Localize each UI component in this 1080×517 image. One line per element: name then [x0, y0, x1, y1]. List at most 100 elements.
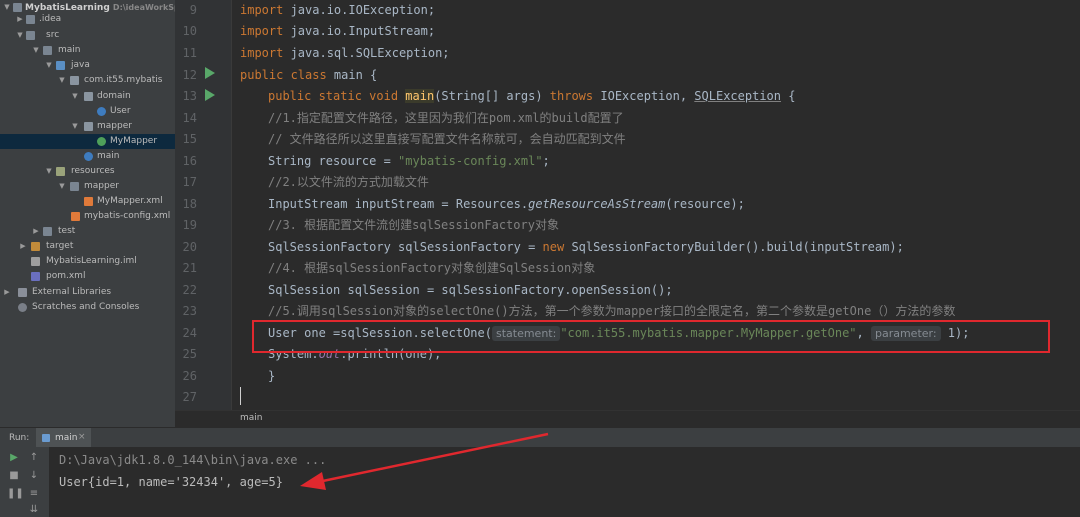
tree-item-user[interactable]: User [0, 104, 175, 119]
tree-item-scratches[interactable]: Scratches and Consoles [0, 300, 175, 315]
line-number: 27 [182, 390, 197, 404]
tree-item-label: User [110, 106, 131, 116]
folder-icon [70, 182, 79, 191]
code-line-11: import java.sql.SQLException; [240, 46, 450, 60]
library-icon [18, 288, 27, 297]
tree-item-mymapper[interactable]: MyMapper [0, 134, 175, 149]
excluded-folder-icon [31, 242, 40, 251]
tree-item-package-root[interactable]: ▼ com.it55.mybatis [0, 73, 175, 88]
chevron-down-icon[interactable]: ▼ [71, 119, 79, 134]
resources-folder-icon [56, 167, 65, 176]
console-output[interactable]: D:\Java\jdk1.8.0_144\bin\java.exe ... Us… [50, 447, 1080, 517]
run-class-icon[interactable] [205, 67, 215, 79]
arrow-down-icon[interactable]: ↓ [27, 469, 41, 483]
tree-item-label: com.it55.mybatis [84, 75, 163, 85]
tree-item-mymapper-xml[interactable]: MyMapper.xml [0, 194, 175, 209]
tree-item-external-libraries[interactable]: ▶ External Libraries [0, 285, 175, 300]
tree-item-label: External Libraries [32, 287, 112, 297]
line-number: 14 [182, 111, 197, 125]
tree-item-pom[interactable]: pom.xml [0, 269, 175, 284]
chevron-down-icon[interactable]: ▼ [45, 58, 53, 73]
rerun-icon[interactable]: ▶ [7, 451, 21, 465]
line-number: 21 [182, 261, 197, 275]
close-icon[interactable]: × [78, 432, 86, 442]
tree-item-domain[interactable]: ▼ domain [0, 89, 175, 104]
package-icon [84, 92, 93, 101]
tree-item-label: MyMapper.xml [97, 196, 163, 206]
code-line-18: InputStream inputStream = Resources.getR… [268, 197, 745, 211]
line-number: 15 [182, 132, 197, 146]
tree-item-test[interactable]: ▶ test [0, 224, 175, 239]
source-folder-icon [56, 61, 65, 70]
tree-item-main-class[interactable]: main [0, 149, 175, 164]
tree-item-target[interactable]: ▶ target [0, 239, 175, 254]
run-tab-main[interactable]: main × [36, 428, 91, 448]
tree-item-main-folder[interactable]: ▼ main [0, 43, 175, 58]
code-line-21: //4. 根据sqlSessionFactory对象创建SqlSession对象 [268, 261, 596, 275]
line-number: 25 [182, 347, 197, 361]
maven-file-icon [31, 272, 40, 281]
code-line-16: String resource = "mybatis-config.xml"; [268, 154, 550, 168]
folder-icon [43, 227, 52, 236]
tree-item-src[interactable]: ▼ src [0, 28, 175, 43]
tree-item-label: domain [97, 91, 131, 101]
arrow-up-icon[interactable]: ↑ [27, 451, 41, 465]
tree-item-mapper-package[interactable]: ▼ mapper [0, 119, 175, 134]
tree-item-label: src [46, 30, 60, 40]
code-line-9: import java.io.IOException; [240, 3, 436, 17]
breadcrumb-item[interactable]: main [240, 413, 263, 423]
pause-icon[interactable]: ❚❚ [7, 487, 24, 501]
chevron-down-icon[interactable]: ▼ [58, 179, 66, 194]
run-method-icon[interactable] [205, 89, 215, 101]
chevron-down-icon[interactable]: ▼ [16, 28, 24, 43]
chevron-down-icon[interactable]: ▼ [58, 73, 66, 88]
tree-item-label: target [46, 241, 74, 251]
package-icon [84, 122, 93, 131]
tree-item-resources[interactable]: ▼ resources [0, 164, 175, 179]
tree-item-idea[interactable]: ▶ .idea [0, 12, 175, 27]
tree-item-label: MybatisLearning.iml [46, 256, 137, 266]
chevron-down-icon[interactable]: ▼ [32, 43, 40, 58]
scroll-to-end-icon[interactable]: ⇊ [27, 503, 41, 517]
chevron-right-icon[interactable]: ▶ [3, 285, 11, 300]
tree-item-mapper-folder[interactable]: ▼ mapper [0, 179, 175, 194]
run-config-icon [42, 434, 50, 442]
xml-file-icon [71, 212, 80, 221]
chevron-down-icon[interactable]: ▼ [71, 89, 79, 104]
tree-item-java[interactable]: ▼ java [0, 58, 175, 73]
code-line-22: SqlSession sqlSession = sqlSessionFactor… [268, 283, 673, 297]
line-number: 11 [182, 46, 197, 60]
line-number: 20 [182, 240, 197, 254]
folder-icon [26, 31, 35, 40]
package-icon [70, 76, 79, 85]
folder-icon [43, 46, 52, 55]
stop-icon[interactable]: ■ [7, 469, 21, 483]
code-line-15: // 文件路径所以这里直接写配置文件名称就可，会自动匹配到文件 [268, 132, 626, 146]
tree-item-iml[interactable]: MybatisLearning.iml [0, 254, 175, 269]
highlight-annotation-box [252, 320, 1050, 353]
soft-wrap-icon[interactable]: ≡ [27, 487, 41, 501]
code-line-19: //3. 根据配置文件流创建sqlSessionFactory对象 [268, 218, 559, 232]
tree-item-label: mybatis-config.xml [84, 211, 171, 221]
chevron-down-icon[interactable]: ▼ [45, 164, 53, 179]
interface-icon [97, 137, 106, 146]
chevron-right-icon[interactable]: ▶ [16, 12, 24, 27]
tree-item-label: java [71, 60, 90, 70]
breadcrumb[interactable]: main [175, 410, 1080, 427]
folder-icon [13, 3, 22, 12]
line-number: 23 [182, 304, 197, 318]
line-number: 26 [182, 369, 197, 383]
tree-item-label: MyMapper [110, 136, 158, 146]
console-command-line: D:\Java\jdk1.8.0_144\bin\java.exe ... [59, 453, 327, 467]
line-number: 13 [182, 89, 197, 103]
console-result-line: User{id=1, name='32434', age=5} [59, 475, 283, 489]
line-number: 19 [182, 218, 197, 232]
run-toolbar: ▶ ↑ ■ ↓ ❚❚ ≡ ⇊ [0, 447, 50, 517]
chevron-right-icon[interactable]: ▶ [32, 224, 40, 239]
line-number: 17 [182, 175, 197, 189]
tree-item-mybatis-config[interactable]: mybatis-config.xml [0, 209, 175, 224]
chevron-right-icon[interactable]: ▶ [19, 239, 27, 254]
class-icon [84, 152, 93, 161]
code-line-12: public class main { [240, 68, 378, 82]
scratch-icon [18, 303, 27, 312]
